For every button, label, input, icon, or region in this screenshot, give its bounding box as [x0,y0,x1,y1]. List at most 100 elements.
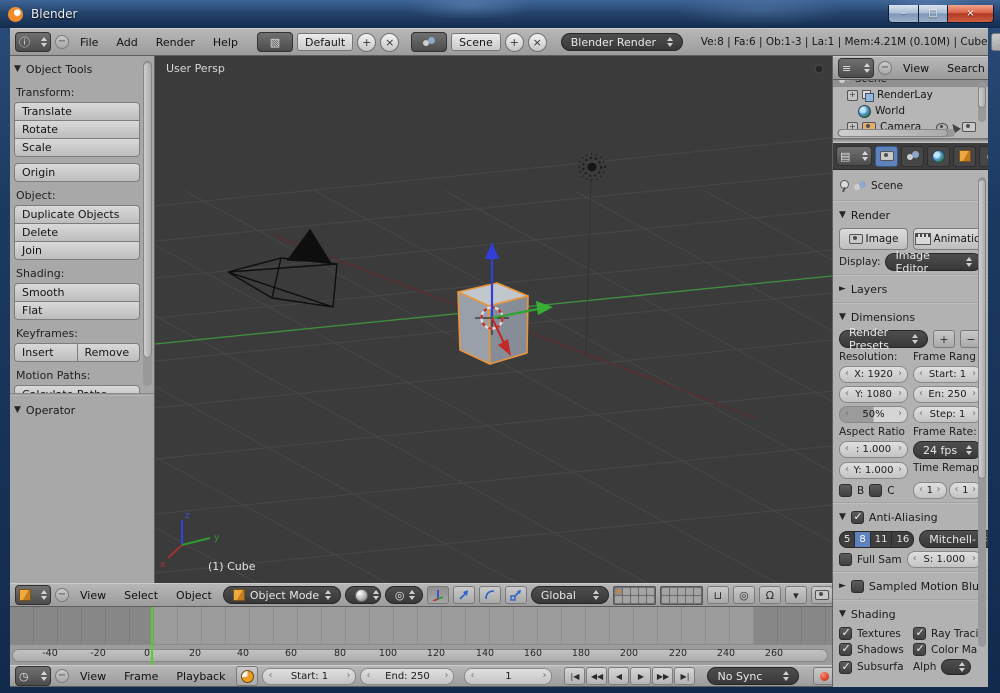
tab-scene[interactable] [901,145,924,167]
alpha-dropdown[interactable] [941,659,972,675]
tab-world[interactable] [927,145,950,167]
add-layout-button[interactable]: + [357,32,377,52]
menu-file[interactable]: File [73,36,105,49]
remap-old-field[interactable]: 1 [913,482,947,499]
snap-element-dropdown[interactable]: ▾ [784,586,807,604]
layers-widget-left[interactable] [612,585,656,605]
editor-type-button-outliner[interactable]: ≡ [838,58,874,78]
crop-checkbox[interactable] [869,484,883,497]
scale-manipulator-button[interactable] [504,586,527,604]
aspect-y-field[interactable]: Y: 1.000 [839,462,908,479]
color-management-checkbox[interactable] [913,642,926,656]
editor-type-button-3dview[interactable] [15,585,51,605]
screen-layout-browse-button[interactable]: ▧ [256,32,293,52]
insert-keyframe-button[interactable]: Insert [14,343,77,362]
color-management-option[interactable]: Color Ma [913,642,982,656]
pin-icon[interactable] [839,180,849,192]
render-animation-button[interactable]: Animatio [913,228,982,250]
motion-blur-panel-header[interactable]: ► Sampled Motion Blur [839,576,982,596]
manipulator-toggle-button[interactable] [426,586,449,604]
render-image-button[interactable]: Image [839,228,908,250]
translate-manipulator-button[interactable] [452,586,475,604]
shadows-option[interactable]: Shadows [839,642,908,656]
opengl-render-button[interactable] [810,586,833,604]
scene-browse-button[interactable] [411,32,448,52]
menu-view[interactable]: View [73,670,113,683]
flat-button[interactable]: Flat [14,302,140,320]
tab-render[interactable] [875,145,898,167]
delete-layout-button[interactable]: × [380,32,400,52]
scale-button[interactable]: Scale [14,139,140,157]
orientation-dropdown[interactable]: Global [530,586,609,604]
delete-button[interactable]: Delete [14,224,140,242]
end-frame-field[interactable]: End: 250 [360,667,455,685]
menu-playback[interactable]: Playback [169,670,232,683]
start-frame-field[interactable]: Start: 1 [262,667,357,685]
renderable-camera-icon[interactable] [962,122,976,132]
expand-icon[interactable]: + [847,89,858,101]
frame-step-field[interactable]: Step: 1 [913,406,982,423]
timeline-track[interactable] [10,607,832,644]
tab-constraints[interactable]: ∞ [979,145,988,167]
collapse-menus-icon[interactable]: − [878,61,892,75]
menu-select[interactable]: Select [117,589,165,602]
menu-view[interactable]: View [73,589,113,602]
outliner-vscrollbar[interactable] [978,82,986,122]
jump-to-start-button[interactable]: |◀ [564,667,586,685]
frame-start-field[interactable]: Start: 1 [913,366,982,383]
collapse-menus-icon[interactable]: − [55,669,69,683]
subsurface-option[interactable]: Subsurfa [839,659,908,675]
antialiasing-checkbox[interactable] [850,510,864,524]
toolshelf-scrollbar[interactable] [143,60,152,386]
viewport-3d[interactable]: z y x User Persp (1) Cube [155,56,832,583]
remap-new-field[interactable]: 1 [948,482,982,499]
aa-sample-11[interactable]: 11 [871,531,893,547]
minimize-button[interactable]: – [888,4,919,23]
textures-option[interactable]: Textures [839,626,908,640]
aa-samples-segment[interactable]: 5 8 11 16 [839,530,915,548]
menu-frame[interactable]: Frame [117,670,165,683]
origin-button[interactable]: Origin [14,163,140,182]
display-dropdown[interactable]: Image Editor [885,249,982,275]
render-presets-dropdown[interactable]: Render Presets [839,326,928,352]
textures-checkbox[interactable] [839,626,852,640]
next-keyframe-button[interactable]: ▶▶ [652,667,674,685]
preview-range-button[interactable] [236,666,259,686]
sync-dropdown[interactable]: No Sync [707,667,800,685]
aa-sample-8[interactable]: 8 [855,531,871,547]
tab-object[interactable] [953,145,976,167]
outliner-item-world[interactable]: World [833,103,988,119]
play-button[interactable]: ▶ [630,667,652,685]
outliner-hscrollbar[interactable] [837,129,955,137]
full-sample-checkbox[interactable] [839,553,852,566]
menu-view[interactable]: View [896,62,936,75]
maximize-button[interactable]: □ [919,4,948,23]
jump-to-end-button[interactable]: ▶| [674,667,696,685]
outliner-item-renderlayers[interactable]: + RenderLay [833,87,988,103]
shading-panel-header[interactable]: ▼ Shading [839,604,982,624]
lock-to-scene-button[interactable]: ⊔ [706,586,729,604]
layers-widget-right[interactable] [659,585,703,605]
menu-search[interactable]: Search [940,62,988,75]
timeline-scrollbar[interactable] [12,649,828,662]
calculate-paths-button[interactable]: Calculate Paths [14,385,140,393]
layers-panel-header[interactable]: ► Layers [839,279,982,299]
collapse-menus-icon[interactable]: − [55,35,69,49]
timeline-ruler[interactable]: -40 -20 0 20 40 60 80 100 120 140 160 18… [10,644,832,665]
delete-scene-button[interactable]: × [527,32,547,52]
outliner-item-scene[interactable]: Scene [833,80,988,87]
fullscreen-icon[interactable]: ↗ [991,33,1000,51]
render-panel-header[interactable]: ▼ Render [839,205,982,225]
rotate-manipulator-button[interactable] [478,586,501,604]
scene-field[interactable]: Scene [451,33,501,51]
resolution-x-field[interactable]: X: 1920 [839,366,908,383]
filter-size-field[interactable]: S: 1.000 [906,551,982,568]
prev-keyframe-button[interactable]: ◀◀ [586,667,608,685]
render-engine-dropdown[interactable]: Blender Render [560,33,683,51]
raytracing-checkbox[interactable] [913,626,926,640]
proportional-edit-button[interactable]: ◎ [732,586,755,604]
subsurface-checkbox[interactable] [839,660,852,674]
motion-blur-checkbox[interactable] [850,579,864,593]
close-button[interactable]: × [948,4,994,23]
add-preset-button[interactable]: + [933,330,955,348]
